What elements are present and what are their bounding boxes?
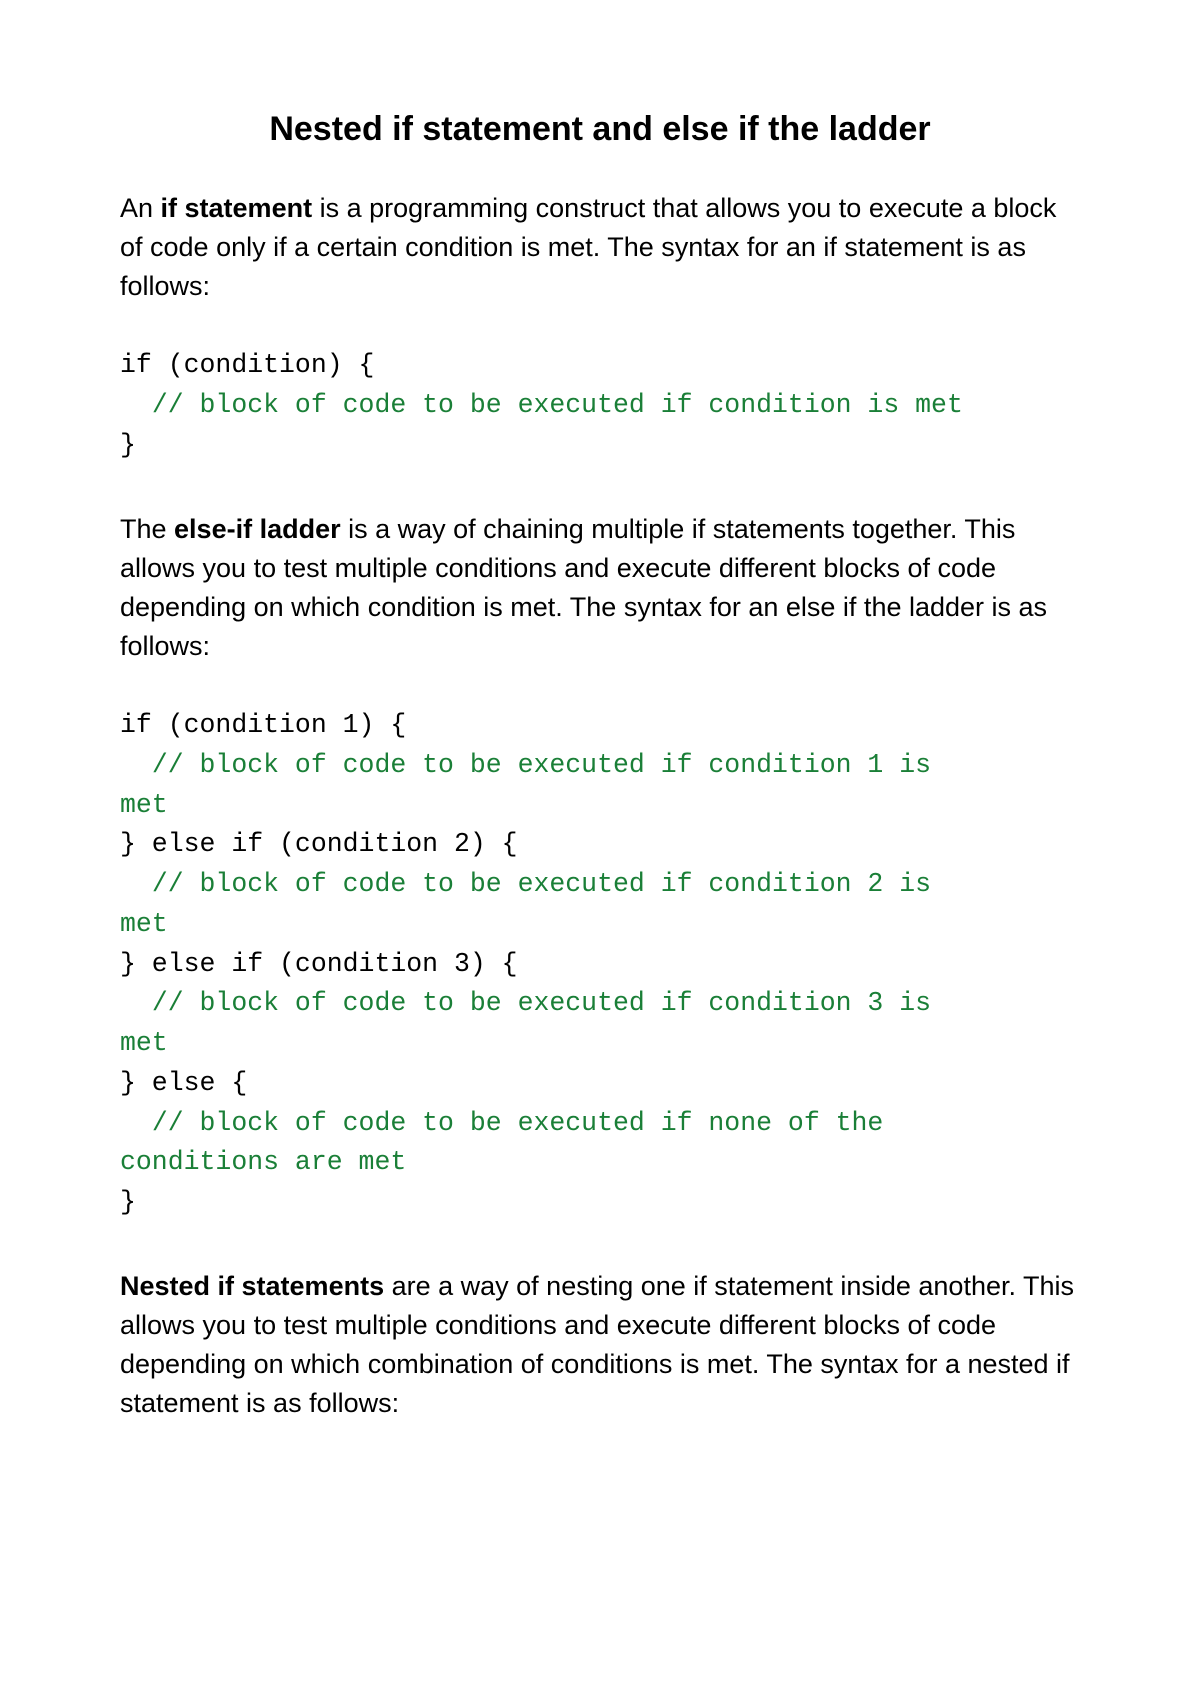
para3-bold: Nested if statements [120,1271,384,1301]
para2-bold: else-if ladder [174,514,341,544]
code2-line5: } else if (condition 3) { [120,945,1080,985]
page-title: Nested if statement and else if the ladd… [120,110,1080,149]
intro-paragraph-1: An if statement is a programming constru… [120,189,1080,306]
code1-line3: } [120,426,1080,466]
code2-line1: if (condition 1) { [120,706,1080,746]
code2-line3: } else if (condition 2) { [120,825,1080,865]
para1-bold: if statement [161,193,313,223]
code2-line8a: // block of code to be executed if none … [120,1104,1080,1144]
code2-line4a: // block of code to be executed if condi… [120,865,1080,905]
code1-line1: if (condition) { [120,346,1080,386]
para1-pre: An [120,193,161,223]
intro-paragraph-2: The else-if ladder is a way of chaining … [120,510,1080,667]
document-page: Nested if statement and else if the ladd… [0,0,1200,1700]
para2-pre: The [120,514,174,544]
code2-line8b: conditions are met [120,1143,1080,1183]
code2-line7: } else { [120,1064,1080,1104]
code2-line6b: met [120,1024,1080,1064]
code2-line2a: // block of code to be executed if condi… [120,746,1080,786]
code1-line2: // block of code to be executed if condi… [120,386,1080,426]
code2-line6a: // block of code to be executed if condi… [120,984,1080,1024]
code2-line9: } [120,1183,1080,1223]
code2-line4b: met [120,905,1080,945]
code-block-if: if (condition) { // block of code to be … [120,346,1080,465]
code2-line2b: met [120,786,1080,826]
intro-paragraph-3: Nested if statements are a way of nestin… [120,1267,1080,1424]
code-block-elseif: if (condition 1) { // block of code to b… [120,706,1080,1223]
